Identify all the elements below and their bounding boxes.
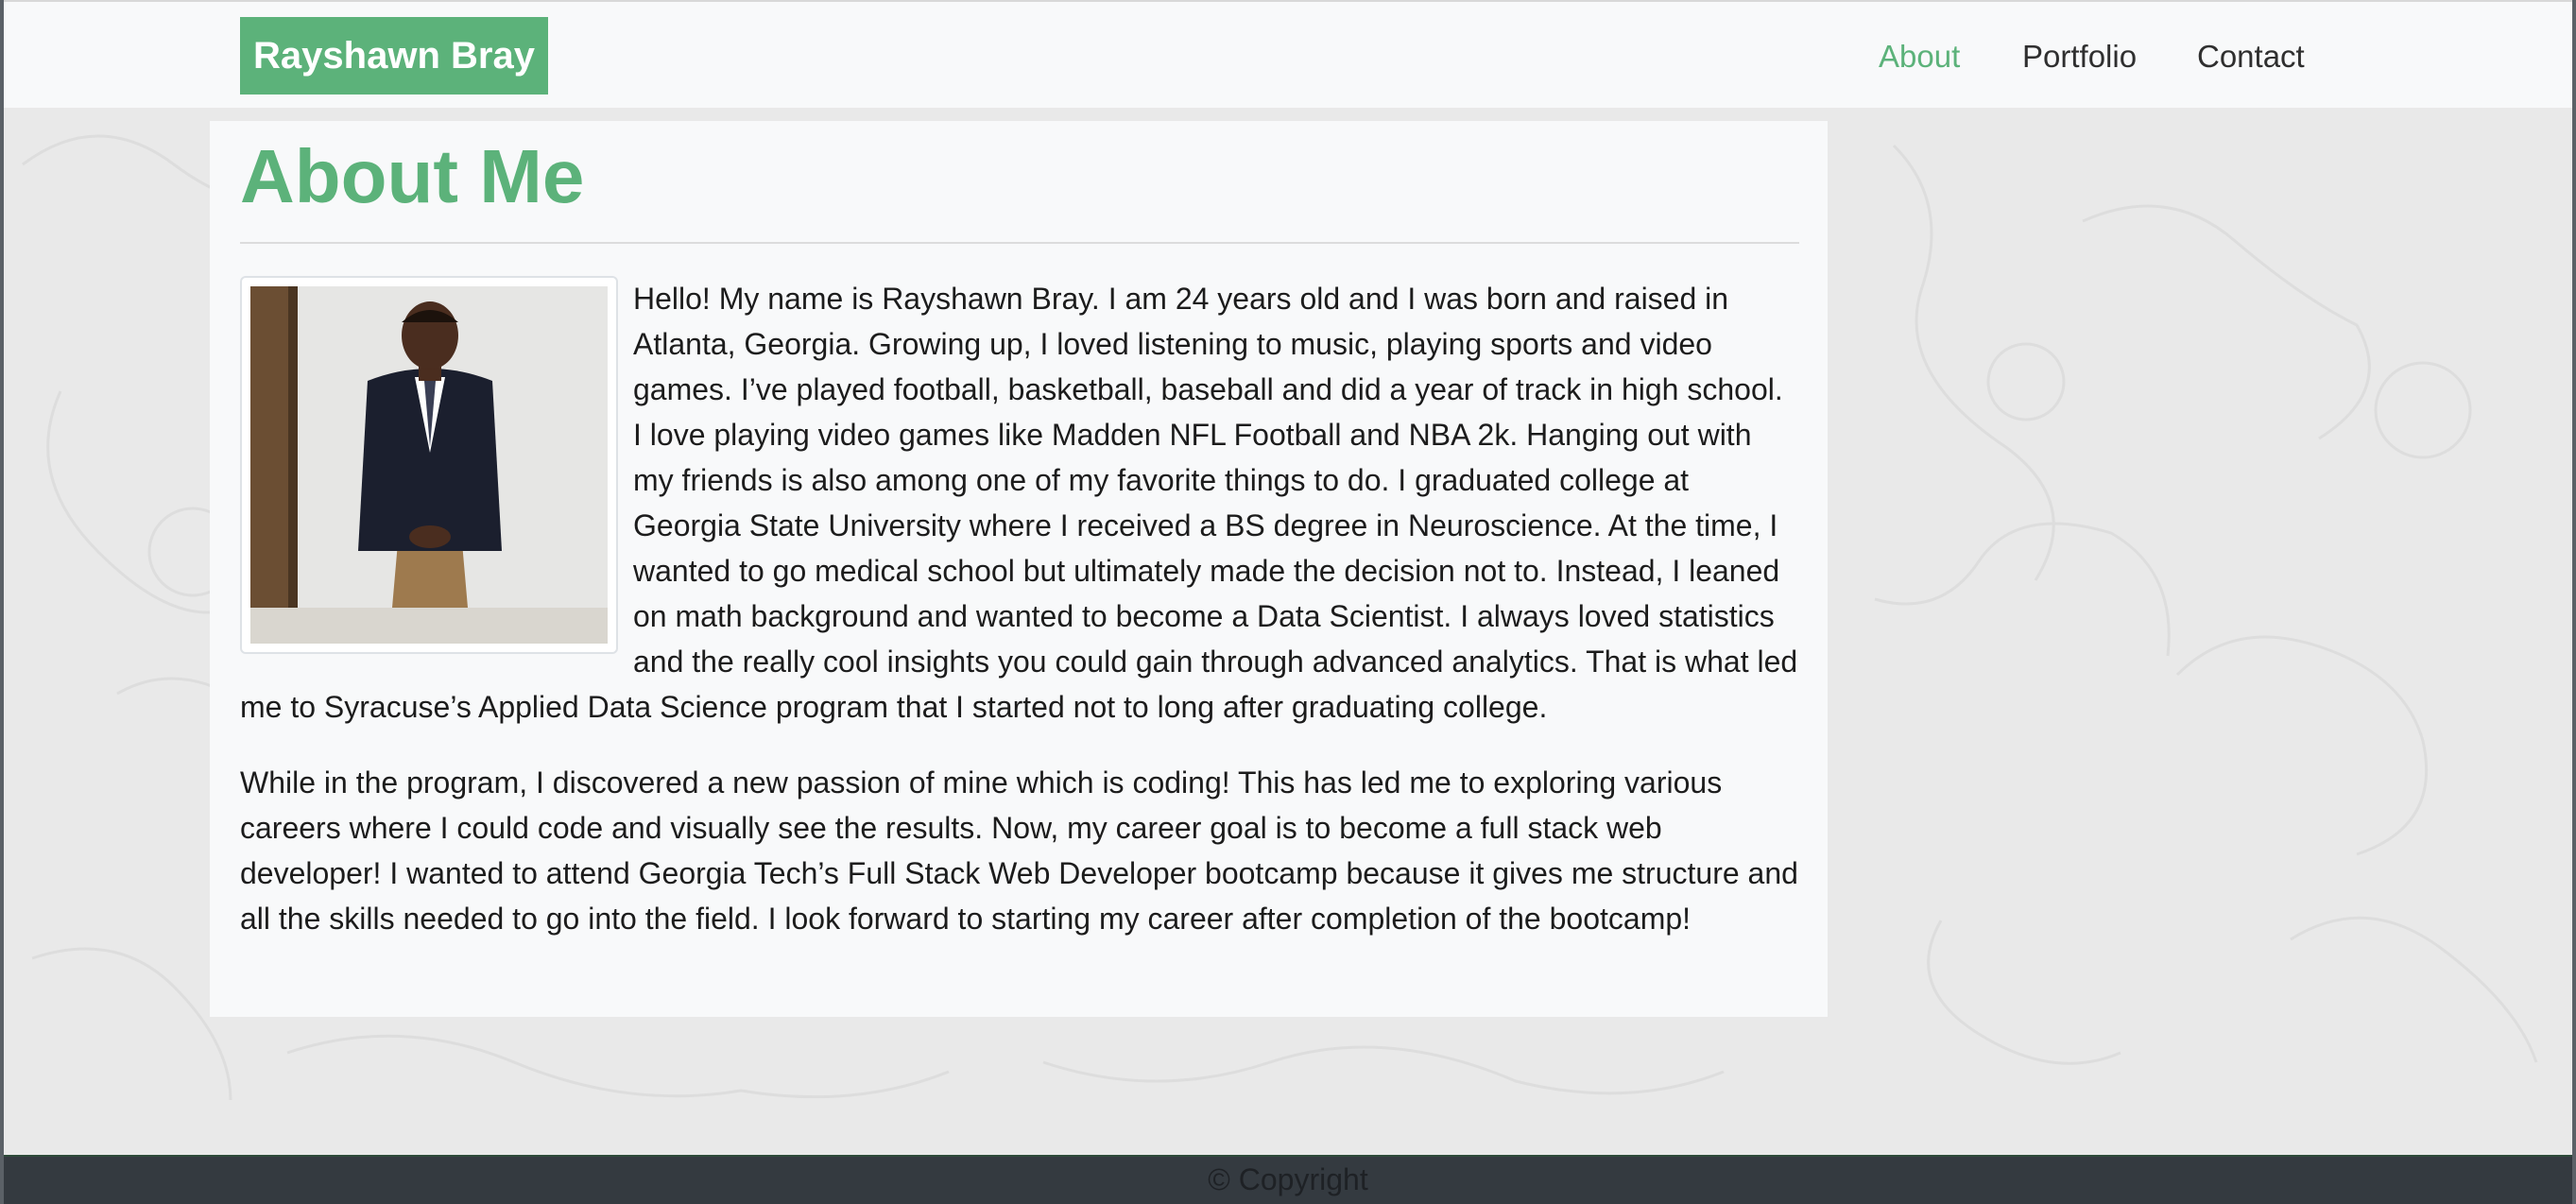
about-content: Hello! My name is Rayshawn Bray. I am 24… (240, 276, 1799, 972)
nav-link-portfolio[interactable]: Portfolio (2022, 30, 2137, 83)
profile-photo (240, 276, 618, 654)
nav-link-contact[interactable]: Contact (2197, 30, 2305, 83)
nav-link-about[interactable]: About (1879, 30, 1960, 83)
profile-photo-image (250, 286, 608, 644)
window-edge-right (2572, 0, 2576, 1204)
brand-logo-link[interactable]: Rayshawn Bray (240, 17, 548, 95)
navbar: Rayshawn Bray About Portfolio Contact (4, 0, 2572, 108)
footer: © Copyright (4, 1155, 2572, 1204)
page-title: About Me (240, 134, 585, 218)
title-divider (240, 242, 1799, 244)
copyright-text: © Copyright (1208, 1162, 1368, 1196)
about-card: About Me Hello! My name is Rayshawn Bray… (210, 121, 1828, 1017)
career-paragraph: While in the program, I discovered a new… (240, 765, 1798, 936)
